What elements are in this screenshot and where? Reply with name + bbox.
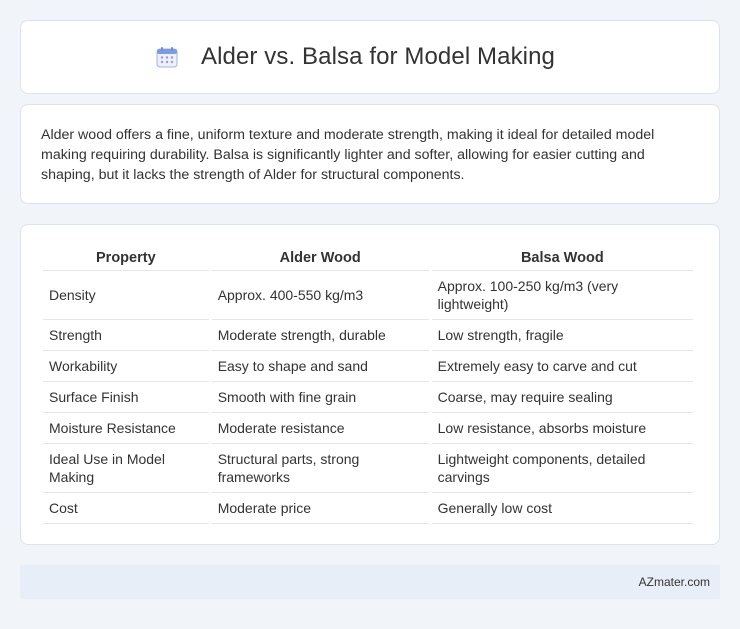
cell-balsa: Lightweight components, detailed carving… xyxy=(431,444,693,493)
cell-property: Density xyxy=(43,271,209,320)
header-card: Alder vs. Balsa for Model Making xyxy=(20,20,720,94)
cell-alder: Easy to shape and sand xyxy=(211,351,429,382)
column-header-alder: Alder Wood xyxy=(211,243,429,271)
table-row: Strength Moderate strength, durable Low … xyxy=(43,320,693,351)
cell-alder: Moderate resistance xyxy=(211,413,429,444)
cell-alder: Smooth with fine grain xyxy=(211,382,429,413)
page-title: Alder vs. Balsa for Model Making xyxy=(200,43,555,70)
table-row: Moisture Resistance Moderate resistance … xyxy=(43,413,693,444)
footer: AZmater.com xyxy=(20,565,720,599)
cell-balsa: Coarse, may require sealing xyxy=(431,382,693,413)
cell-alder: Moderate price xyxy=(211,493,429,524)
table-row: Cost Moderate price Generally low cost xyxy=(43,493,693,524)
cell-balsa: Extremely easy to carve and cut xyxy=(431,351,693,382)
cell-property: Moisture Resistance xyxy=(43,413,209,444)
header: Alder vs. Balsa for Model Making xyxy=(156,43,555,71)
footer-site-link[interactable]: AZmater.com xyxy=(639,575,710,589)
cell-alder: Approx. 400-550 kg/m3 xyxy=(211,271,429,320)
intro-card: Alder wood offers a fine, uniform textur… xyxy=(20,104,720,204)
column-header-balsa: Balsa Wood xyxy=(431,243,693,271)
table-row: Workability Easy to shape and sand Extre… xyxy=(43,351,693,382)
cell-property: Strength xyxy=(43,320,209,351)
cell-balsa: Generally low cost xyxy=(431,493,693,524)
calendar-icon xyxy=(155,45,179,69)
table-card: Property Alder Wood Balsa Wood Density A… xyxy=(20,224,720,545)
column-header-property: Property xyxy=(43,243,209,271)
intro-text: Alder wood offers a fine, uniform textur… xyxy=(41,127,655,183)
cell-property: Ideal Use in Model Making xyxy=(43,444,209,493)
table-row: Ideal Use in Model Making Structural par… xyxy=(43,444,693,493)
cell-balsa: Approx. 100-250 kg/m3 (very lightweight) xyxy=(431,271,693,320)
comparison-table: Property Alder Wood Balsa Wood Density A… xyxy=(40,243,696,524)
table-row: Density Approx. 400-550 kg/m3 Approx. 10… xyxy=(43,271,693,320)
cell-property: Cost xyxy=(43,493,209,524)
cell-property: Workability xyxy=(43,351,209,382)
cell-property: Surface Finish xyxy=(43,382,209,413)
table-row: Surface Finish Smooth with fine grain Co… xyxy=(43,382,693,413)
cell-balsa: Low resistance, absorbs moisture xyxy=(431,413,693,444)
cell-alder: Structural parts, strong frameworks xyxy=(211,444,429,493)
table-header-row: Property Alder Wood Balsa Wood xyxy=(43,243,693,271)
cell-alder: Moderate strength, durable xyxy=(211,320,429,351)
cell-balsa: Low strength, fragile xyxy=(431,320,693,351)
